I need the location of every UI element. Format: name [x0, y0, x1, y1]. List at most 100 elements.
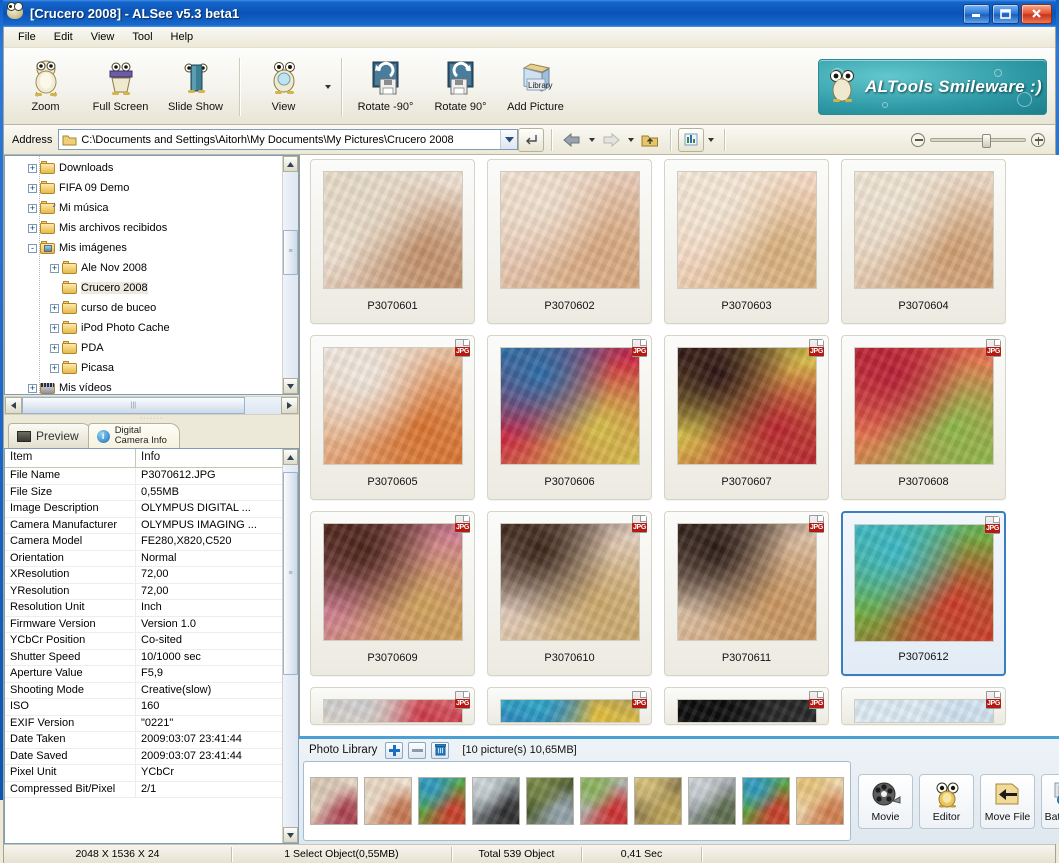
menu-view[interactable]: View [83, 28, 123, 46]
move-file-button[interactable]: Move File [980, 774, 1035, 829]
thumbnail-cell[interactable]: JPGP3070610 [487, 511, 652, 676]
delete-from-library-button[interactable] [431, 742, 449, 759]
thumbnail-cell[interactable]: JPG [841, 687, 1006, 725]
camera-info-row[interactable]: Shooting ModeCreative(slow) [5, 683, 282, 700]
tree-item-crucero-2008[interactable]: Crucero 2008 [5, 278, 282, 298]
tree-item-picasa[interactable]: +Picasa [5, 358, 282, 378]
address-dropdown-button[interactable] [500, 130, 517, 149]
tree-expander[interactable]: + [28, 204, 37, 213]
camera-info-row[interactable]: Pixel UnitYCbCr [5, 765, 282, 782]
thumbnail-cell[interactable]: JPGP3070605 [310, 335, 475, 500]
tree-expander[interactable]: - [28, 244, 37, 253]
rotate-left-button[interactable]: Rotate -90° [348, 50, 423, 124]
tree-item-downloads[interactable]: +Downloads [5, 158, 282, 178]
tree-item-pda[interactable]: +PDA [5, 338, 282, 358]
maximize-button[interactable] [992, 4, 1019, 24]
tree-scroll-track[interactable]: ≡ [283, 172, 298, 378]
tree-item-curso-de-buceo[interactable]: +curso de buceo [5, 298, 282, 318]
thumbnail-cell[interactable]: JPGP3070606 [487, 335, 652, 500]
camera-info-row[interactable]: Camera ModelFE280,X820,C520 [5, 534, 282, 551]
address-input[interactable]: C:\Documents and Settings\Aitorh\My Docu… [58, 129, 518, 150]
info-scroll-thumb[interactable]: ≡ [283, 472, 298, 675]
sort-button[interactable] [678, 128, 704, 152]
thumbnail-cell[interactable]: P3070602 [487, 159, 652, 324]
back-button[interactable] [559, 128, 585, 152]
remove-from-library-button[interactable] [408, 742, 426, 759]
menu-tool[interactable]: Tool [124, 28, 160, 46]
zoom-slider[interactable] [911, 133, 1051, 147]
tree-expander[interactable]: + [28, 224, 37, 233]
zoom-slider-track[interactable] [930, 138, 1026, 142]
view-button[interactable]: View [246, 50, 321, 124]
editor-button[interactable]: Editor [919, 774, 974, 829]
tree-item-ipod-photo-cache[interactable]: +iPod Photo Cache [5, 318, 282, 338]
full-screen-button[interactable]: Full Screen [83, 50, 158, 124]
tree-horizontal-scrollbar[interactable]: ||| [4, 396, 299, 415]
tree-scroll-right-button[interactable] [281, 397, 298, 414]
library-thumbnail[interactable] [364, 777, 412, 825]
thumbnail-cell[interactable]: JPGP3070609 [310, 511, 475, 676]
add-to-library-button[interactable] [385, 742, 403, 759]
tree-item-mis-v-deos[interactable]: +Mis vídeos [5, 378, 282, 394]
tree-hscroll-thumb[interactable]: ||| [22, 397, 245, 414]
slide-show-button[interactable]: Slide Show [158, 50, 233, 124]
library-thumbnail[interactable] [796, 777, 844, 825]
thumbnail-cell[interactable]: P3070604 [841, 159, 1006, 324]
close-button[interactable] [1021, 4, 1052, 24]
menu-edit[interactable]: Edit [46, 28, 81, 46]
camera-info-row[interactable]: OrientationNormal [5, 551, 282, 568]
thumbnail-cell[interactable]: JPG [487, 687, 652, 725]
tree-expander[interactable]: + [50, 364, 59, 373]
plus-circle-icon[interactable] [1031, 133, 1045, 147]
library-thumbnail[interactable] [526, 777, 574, 825]
camera-info-row[interactable]: YCbCr PositionCo-sited [5, 633, 282, 650]
tree-item-mis-im-genes[interactable]: -Mis imágenes [5, 238, 282, 258]
tree-item-fifa-09-demo[interactable]: +FIFA 09 Demo [5, 178, 282, 198]
rotate-right-button[interactable]: Rotate 90° [423, 50, 498, 124]
view-dropdown-button[interactable] [321, 50, 335, 124]
camera-info-row[interactable]: Aperture ValueF5,9 [5, 666, 282, 683]
camera-info-row[interactable]: Date Taken2009:03:07 23:41:44 [5, 732, 282, 749]
library-thumbnail[interactable] [634, 777, 682, 825]
batch-edit-button[interactable]: Batch Edit [1041, 774, 1059, 829]
tree-expander[interactable]: + [28, 164, 37, 173]
camera-info-row[interactable]: EXIF Version"0221" [5, 716, 282, 733]
tab-digital-camera-info[interactable]: i Digital Camera Info [88, 423, 180, 448]
info-scroll-down-button[interactable] [283, 827, 298, 843]
zoom-slider-thumb[interactable] [982, 134, 991, 148]
library-thumbnail[interactable] [742, 777, 790, 825]
add-picture-button[interactable]: Library Add Picture [498, 50, 573, 124]
camera-info-row[interactable]: XResolution72,00 [5, 567, 282, 584]
thumbnail-cell[interactable]: JPGP3070611 [664, 511, 829, 676]
tree-hscroll-track[interactable]: ||| [22, 397, 281, 414]
thumbnail-cell[interactable]: JPG [310, 687, 475, 725]
camera-info-row[interactable]: ISO160 [5, 699, 282, 716]
back-history-button[interactable] [585, 128, 598, 152]
library-thumbnail[interactable] [472, 777, 520, 825]
left-pane-splitter[interactable]: ······· [4, 415, 299, 422]
tree-item-mi-m-sica[interactable]: +♪Mi música [5, 198, 282, 218]
thumbnail-cell[interactable]: JPGP3070612 [841, 511, 1006, 676]
camera-info-row[interactable]: Firmware VersionVersion 1.0 [5, 617, 282, 634]
tree-item-ale-nov-2008[interactable]: +Ale Nov 2008 [5, 258, 282, 278]
info-scroll-track[interactable]: ≡ [283, 465, 298, 827]
tree-expander[interactable]: + [50, 344, 59, 353]
tree-vertical-scrollbar[interactable]: ≡ [282, 156, 298, 394]
thumbnail-cell[interactable]: JPGP3070608 [841, 335, 1006, 500]
tree-expander[interactable]: + [28, 184, 37, 193]
camera-info-row[interactable]: Camera ManufacturerOLYMPUS IMAGING ... [5, 518, 282, 535]
photo-library-filmstrip[interactable] [303, 761, 851, 841]
camera-info-row[interactable]: Image DescriptionOLYMPUS DIGITAL ... [5, 501, 282, 518]
zoom-button[interactable]: Zoom [8, 50, 83, 124]
menu-file[interactable]: File [10, 28, 44, 46]
library-thumbnail[interactable] [688, 777, 736, 825]
tree-expander[interactable]: + [50, 304, 59, 313]
folder-tree[interactable]: +Downloads+FIFA 09 Demo+♪Mi música+Mis a… [5, 156, 282, 394]
library-thumbnail[interactable] [310, 777, 358, 825]
camera-info-row[interactable]: File NameP3070612.JPG [5, 468, 282, 485]
forward-button[interactable] [598, 128, 624, 152]
thumbnail-cell[interactable]: JPG [664, 687, 829, 725]
tree-scroll-left-button[interactable] [5, 397, 22, 414]
thumbnail-cell[interactable]: P3070601 [310, 159, 475, 324]
camera-info-scrollbar[interactable]: ≡ [282, 449, 298, 843]
